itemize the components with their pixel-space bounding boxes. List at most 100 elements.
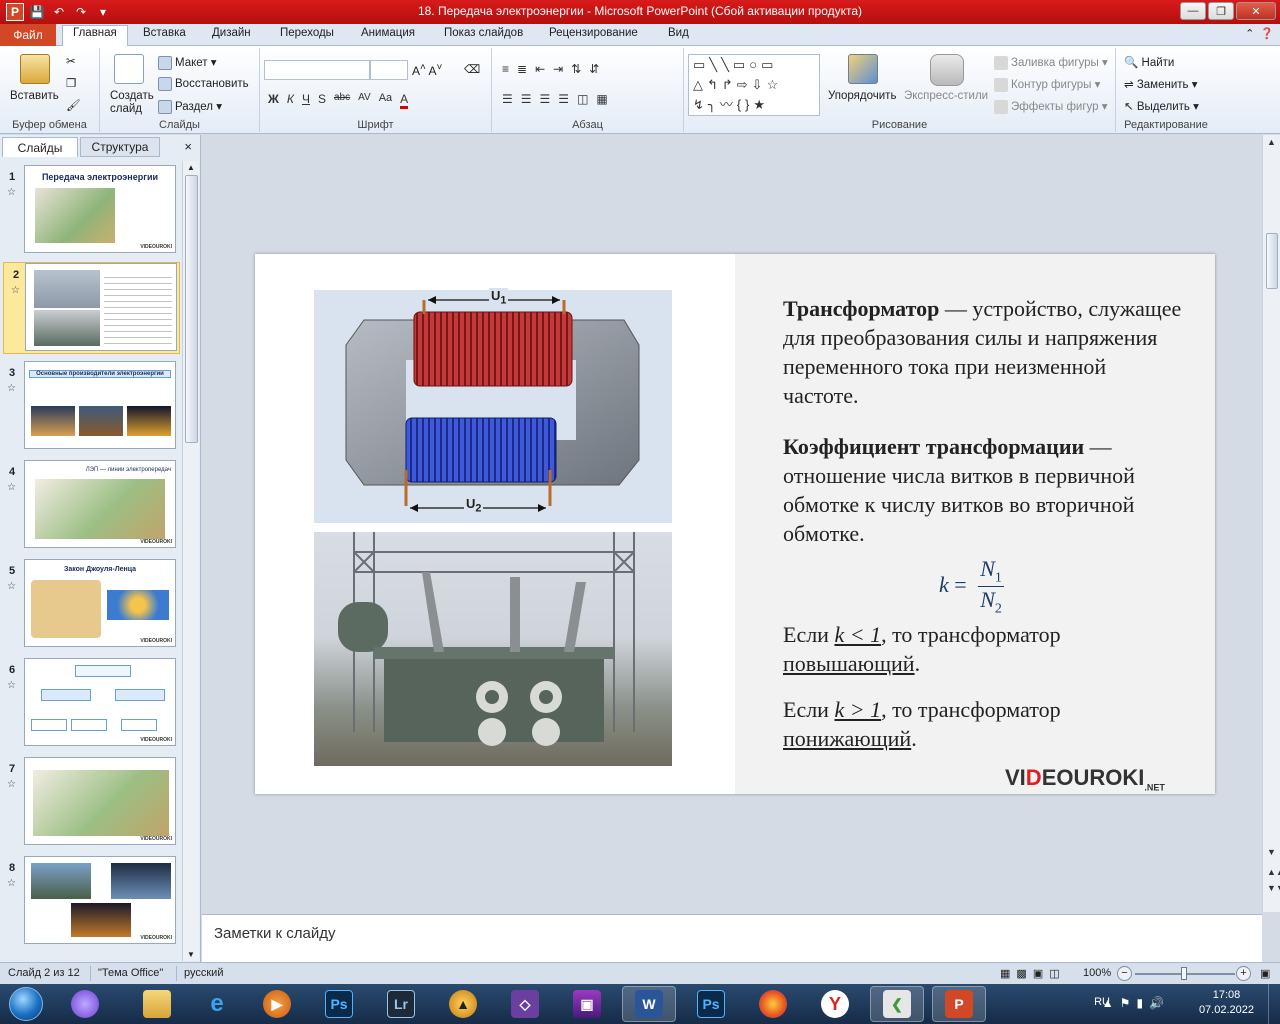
taskbar-media[interactable]: ▶	[250, 986, 304, 1022]
tab-view[interactable]: Вид	[668, 27, 689, 46]
previous-slide-icon[interactable]: ▲▲	[1267, 867, 1280, 877]
select-button[interactable]: ↖ Выделить ▾	[1124, 99, 1199, 113]
bullets-icon[interactable]: ≡	[502, 62, 509, 76]
case-step-up[interactable]: Если k < 1, то трансформатор повышающий.	[783, 620, 1183, 678]
close-button[interactable]: ✕	[1236, 2, 1276, 20]
zoom-out-button[interactable]: −	[1117, 966, 1132, 981]
new-slide-icon[interactable]	[114, 54, 144, 84]
taskbar-ie[interactable]: e	[190, 986, 244, 1022]
shape-fill-button[interactable]: Заливка фигуры ▾	[994, 55, 1108, 70]
slide-thumbnail[interactable]: 1 ☆ Передача электроэнергии VIDEOUROKI	[0, 165, 182, 257]
coefficient-paragraph[interactable]: Коэффициент трансформации — отношение чи…	[783, 432, 1183, 548]
next-slide-icon[interactable]: ▼▼	[1267, 883, 1280, 893]
taskbar-winrar[interactable]: ▣	[560, 986, 614, 1022]
tab-outline-panel[interactable]: Структура	[80, 137, 160, 157]
section-button[interactable]: Раздел ▾	[158, 99, 222, 114]
taskbar-explorer[interactable]	[130, 986, 184, 1022]
minimize-ribbon-icon[interactable]: ⌃	[1245, 27, 1254, 40]
zoom-in-button[interactable]: +	[1236, 966, 1251, 981]
fit-to-window-icon[interactable]: ▣	[1260, 967, 1270, 980]
text-direction-icon[interactable]: ⇵	[589, 62, 599, 76]
slides-panel-scrollbar[interactable]: ▲ ▼	[182, 161, 199, 961]
tab-slides-panel[interactable]: Слайды	[2, 137, 78, 157]
columns-icon[interactable]: ◫	[577, 92, 588, 106]
format-painter-icon[interactable]: 🖌	[66, 98, 81, 112]
slide-scrollbar[interactable]: ▲ ▼ ▲▲ ▼▼	[1262, 135, 1280, 912]
taskbar-archicad[interactable]: ▲	[436, 986, 490, 1022]
arrange-icon[interactable]	[848, 54, 878, 84]
slide-thumbnail[interactable]: 8 ☆ VIDEOUROKI	[0, 856, 182, 948]
minimize-button[interactable]: —	[1180, 2, 1206, 20]
shape-outline-button[interactable]: Контур фигуры ▾	[994, 77, 1100, 92]
italic-button[interactable]: К	[287, 92, 294, 109]
bold-button[interactable]: Ж	[268, 92, 279, 109]
taskbar-firefox[interactable]	[746, 986, 800, 1022]
scroll-down-icon[interactable]: ▼	[1267, 847, 1276, 857]
align-left-icon[interactable]: ☰	[502, 92, 513, 106]
scroll-up-icon[interactable]: ▲	[187, 163, 195, 172]
case-step-down[interactable]: Если k > 1, то трансформатор понижающий.	[783, 695, 1183, 753]
slide-thumbnail-selected[interactable]: 2 ☆	[3, 262, 180, 354]
quick-styles-button[interactable]: Экспресс-стили	[904, 90, 988, 102]
strikethrough-button[interactable]: abc	[334, 92, 350, 109]
slide-thumbnail[interactable]: 7 ☆ VIDEOUROKI	[0, 757, 182, 849]
tab-design[interactable]: Дизайн	[212, 27, 251, 46]
slide-thumbnail[interactable]: 5 ☆ Закон Джоуля-Ленца VIDEOUROKI	[0, 559, 182, 651]
slide-canvas[interactable]: U1 U2 Трансформатор — устройство, служащ…	[255, 254, 1215, 794]
font-family-select[interactable]	[264, 60, 370, 80]
help-icon[interactable]: ❓	[1260, 27, 1274, 40]
slide-sorter-icon[interactable]: ▩	[1016, 967, 1026, 980]
show-hidden-icons[interactable]: ▲	[1102, 996, 1114, 1010]
action-center-icon[interactable]: ⚑	[1120, 996, 1131, 1010]
scroll-down-icon[interactable]: ▼	[187, 950, 195, 959]
clear-format-icon[interactable]: ⌫	[464, 62, 480, 76]
taskbar-network[interactable]: ❮	[870, 986, 924, 1022]
tab-animation[interactable]: Анимация	[361, 27, 415, 46]
slide-thumbnail[interactable]: 4 ☆ ЛЭП — линии электропередач VIDEOUROK…	[0, 460, 182, 552]
taskbar-vs[interactable]: ◇	[498, 986, 552, 1022]
reading-view-icon[interactable]: ▣	[1033, 967, 1043, 980]
taskbar-word[interactable]: W	[622, 986, 676, 1022]
paste-button[interactable]: Вставить	[10, 90, 59, 102]
slideshow-icon[interactable]: ◫	[1049, 967, 1059, 980]
paste-icon[interactable]	[20, 54, 50, 84]
clock[interactable]: 17:08 07.02.2022	[1199, 988, 1254, 1018]
show-desktop-button[interactable]	[1268, 984, 1280, 1024]
cut-icon[interactable]: ✂	[66, 54, 76, 68]
normal-view-icon[interactable]: ▦	[1000, 967, 1010, 980]
zoom-level[interactable]: 100%	[1083, 967, 1111, 979]
tab-transitions[interactable]: Переходы	[280, 27, 334, 46]
tab-insert[interactable]: Вставка	[143, 27, 186, 46]
scrollbar-thumb[interactable]	[1266, 233, 1278, 289]
taskbar-photoshop-2[interactable]: Ps	[684, 986, 738, 1022]
shapes-gallery[interactable]: ▭╲╲▭○▭ △↰↱⇨⇩☆ ↯╮〰{}★	[688, 54, 820, 116]
taskbar-powerpoint[interactable]: P	[932, 986, 986, 1022]
numbering-icon[interactable]: ≣	[517, 62, 527, 76]
underline-button[interactable]: Ч	[302, 92, 310, 109]
grow-font-icon[interactable]: A˄ A˅	[412, 62, 442, 78]
zoom-slider-thumb[interactable]	[1181, 967, 1187, 980]
tab-review[interactable]: Рецензирование	[549, 27, 638, 46]
reset-button[interactable]: Восстановить	[158, 77, 249, 91]
tab-home[interactable]: Главная	[62, 25, 128, 47]
theme-name[interactable]: "Тема Office"	[98, 967, 163, 979]
change-case-button[interactable]: Aa	[379, 92, 392, 109]
decrease-indent-icon[interactable]: ⇤	[535, 62, 545, 76]
volume-icon[interactable]: 🔊	[1149, 996, 1164, 1010]
quick-styles-icon[interactable]	[930, 54, 964, 86]
formula[interactable]: k = N1 N2	[939, 556, 1004, 618]
justify-icon[interactable]: ☰	[558, 92, 569, 106]
definition-paragraph[interactable]: Трансформатор — устройство, служащее для…	[783, 294, 1183, 410]
language-indicator[interactable]: русский	[184, 967, 223, 979]
taskbar-lightroom[interactable]: Lr	[374, 986, 428, 1022]
replace-button[interactable]: ⇌ Заменить ▾	[1124, 77, 1198, 91]
close-panel-icon[interactable]: ×	[184, 139, 192, 154]
line-spacing-icon[interactable]: ⇅	[571, 62, 581, 76]
new-slide-button[interactable]: Создать слайд	[110, 90, 158, 116]
tab-file[interactable]: Файл	[0, 24, 56, 46]
taskbar-app[interactable]	[58, 986, 112, 1022]
increase-indent-icon[interactable]: ⇥	[553, 62, 563, 76]
align-right-icon[interactable]: ☰	[540, 92, 551, 106]
scrollbar-thumb[interactable]	[185, 175, 198, 443]
layout-button[interactable]: Макет ▾	[158, 55, 217, 70]
